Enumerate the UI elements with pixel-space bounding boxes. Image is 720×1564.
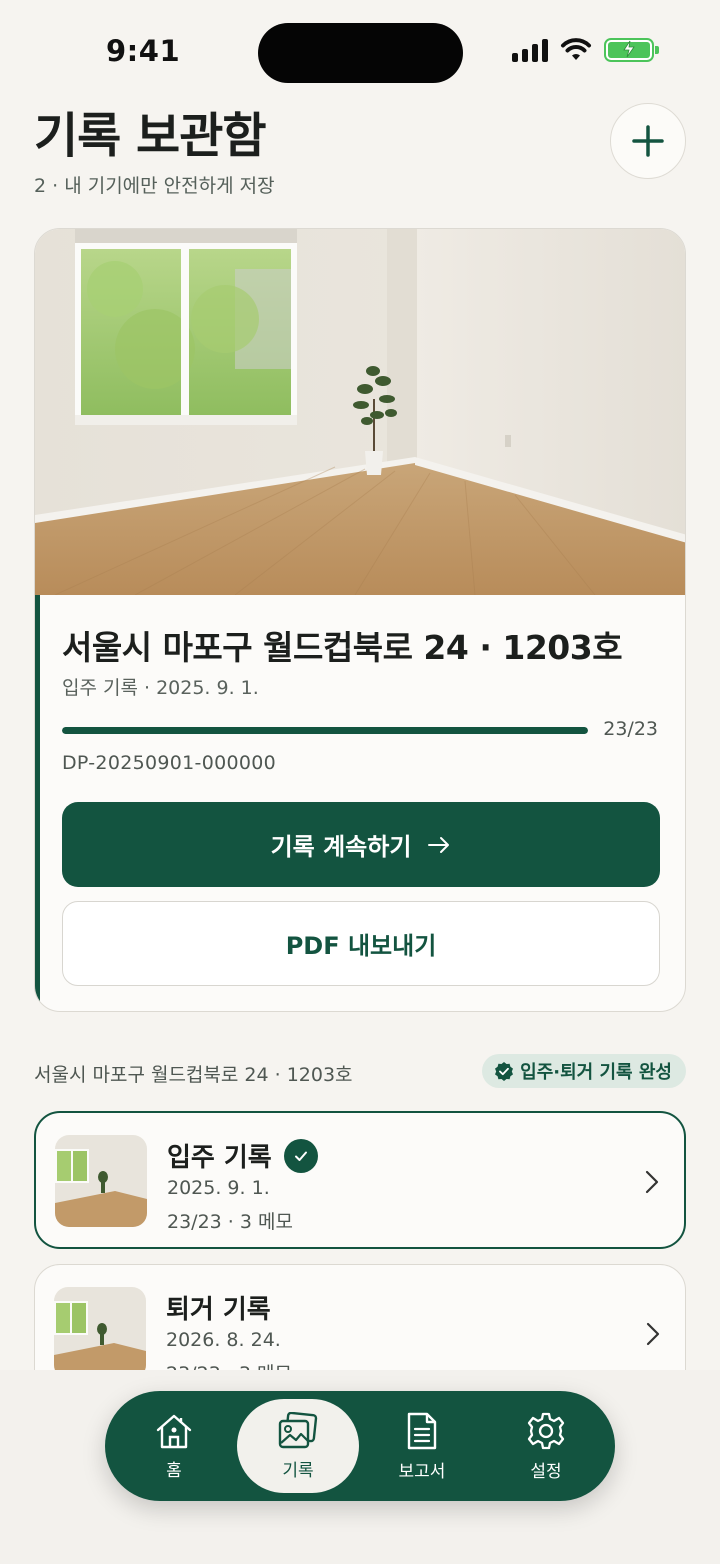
- completion-badge-label: 입주·퇴거 기록 완성: [520, 1062, 672, 1083]
- tab-home[interactable]: 홈: [113, 1399, 235, 1493]
- completion-badge: 입주·퇴거 기록 완성: [482, 1054, 686, 1088]
- status-time: 9:41: [106, 34, 181, 68]
- record-count: 23/23 · 3 메모: [167, 1211, 293, 1233]
- room-photo: [35, 229, 685, 595]
- tab-records[interactable]: 기록: [237, 1399, 359, 1493]
- check-icon: [283, 1138, 318, 1173]
- chevron-right-icon: [645, 1170, 659, 1194]
- record-item-move-in[interactable]: 입주 기록 2025. 9. 1. 23/23 · 3 메모: [34, 1111, 686, 1249]
- record-date: 2026. 8. 24.: [166, 1329, 281, 1351]
- arrow-right-icon: [428, 836, 450, 853]
- home-icon: [156, 1414, 192, 1448]
- record-title: 입주 기록: [167, 1137, 318, 1174]
- featured-record-card[interactable]: 서울시 마포구 월드컵북로 24 · 1203호 입주 기록 · 2025. 9…: [34, 228, 686, 1012]
- record-address: 서울시 마포구 월드컵북로 24 · 1203호: [62, 628, 623, 667]
- battery-icon: [604, 38, 659, 62]
- tab-reports[interactable]: 보고서: [361, 1399, 483, 1493]
- add-record-button[interactable]: [610, 103, 686, 179]
- chevron-right-icon: [646, 1322, 660, 1346]
- record-title-text: 입주 기록: [167, 1143, 272, 1173]
- section-address: 서울시 마포구 월드컵북로 24 · 1203호: [34, 1064, 353, 1086]
- tab-reports-label: 보고서: [398, 1461, 446, 1482]
- status-bar: 9:41: [0, 0, 720, 100]
- tab-bar: 홈 기록 보고서 설정: [105, 1391, 615, 1501]
- continue-record-button[interactable]: 기록 계속하기: [62, 802, 660, 887]
- record-title-text: 퇴거 기록: [166, 1295, 271, 1325]
- progress-text: 23/23: [603, 718, 658, 740]
- record-meta: 입주 기록 · 2025. 9. 1.: [62, 677, 259, 699]
- room-thumbnail: [54, 1287, 146, 1379]
- document-icon: [407, 1412, 437, 1449]
- signal-icon: [512, 38, 548, 62]
- wifi-icon: [561, 38, 591, 60]
- continue-record-label: 기록 계속하기: [270, 833, 412, 861]
- gear-icon: [527, 1412, 565, 1449]
- progress-bar: [62, 727, 588, 734]
- photos-icon: [278, 1411, 318, 1448]
- room-thumbnail: [55, 1135, 147, 1227]
- export-pdf-button[interactable]: PDF 내보내기: [62, 901, 660, 986]
- plus-icon: [632, 125, 664, 157]
- verified-icon: [495, 1062, 514, 1081]
- dynamic-island: [258, 23, 463, 83]
- record-title: 퇴거 기록: [166, 1289, 271, 1326]
- card-accent-bar: [35, 595, 40, 1011]
- tab-records-label: 기록: [282, 1460, 314, 1481]
- tab-settings[interactable]: 설정: [485, 1399, 607, 1493]
- status-icons: [512, 38, 659, 62]
- page-subtitle: 2 · 내 기기에만 안전하게 저장: [34, 175, 275, 197]
- record-id: DP-20250901-000000: [62, 752, 277, 774]
- export-pdf-label: PDF 내보내기: [285, 932, 437, 960]
- tab-settings-label: 설정: [530, 1461, 562, 1482]
- record-date: 2025. 9. 1.: [167, 1177, 270, 1199]
- tab-home-label: 홈: [166, 1460, 182, 1481]
- page-title: 기록 보관함: [34, 108, 267, 164]
- progress-fill: [62, 727, 588, 734]
